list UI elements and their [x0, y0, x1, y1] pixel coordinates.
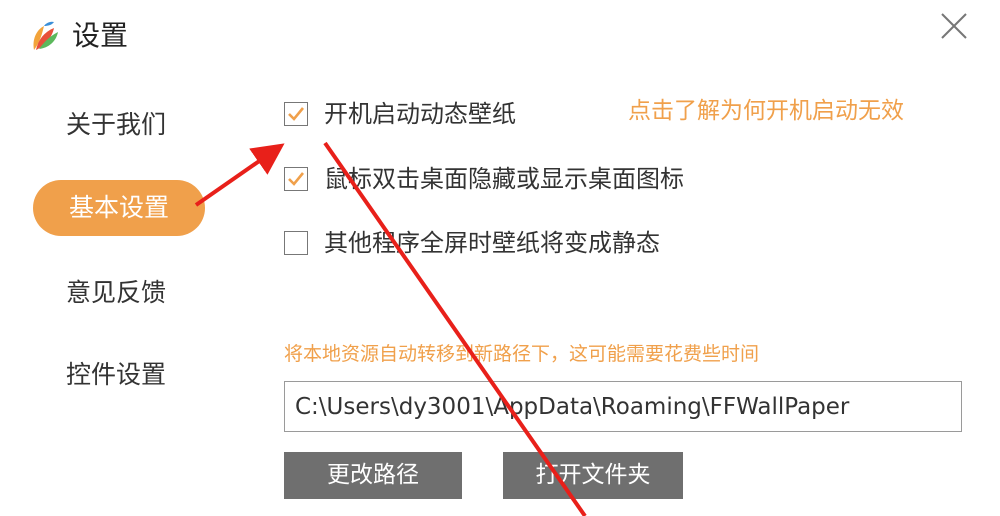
change-path-button[interactable]: 更改路径 [284, 452, 462, 499]
autostart-checkbox[interactable] [284, 102, 308, 126]
check-icon [288, 172, 305, 186]
sidebar-item-widget-settings[interactable]: 控件设置 [66, 358, 166, 392]
option-double-click-toggle-icons[interactable]: 鼠标双击桌面隐藏或显示桌面图标 [284, 162, 684, 196]
option-label: 其他程序全屏时壁纸将变成静态 [324, 229, 660, 257]
autostart-help-link[interactable]: 点击了解为何开机启动无效 [628, 95, 904, 127]
close-button[interactable] [936, 8, 972, 44]
sidebar-item-feedback[interactable]: 意见反馈 [66, 276, 166, 310]
sidebar-item-about-us[interactable]: 关于我们 [66, 108, 166, 142]
arrow-to-sidebar [194, 143, 285, 207]
sidebar-item-basic-settings[interactable]: 基本设置 [33, 180, 205, 236]
path-hint-text: 将本地资源自动转移到新路径下，这可能需要花费些时间 [284, 343, 760, 365]
option-label: 开机启动动态壁纸 [324, 100, 516, 128]
fullscreen-static-checkbox[interactable] [284, 231, 308, 255]
option-label: 鼠标双击桌面隐藏或显示桌面图标 [324, 165, 684, 193]
double-click-checkbox[interactable] [284, 167, 308, 191]
close-icon [941, 13, 967, 39]
window-title: 设置 [72, 19, 129, 52]
open-folder-button[interactable]: 打开文件夹 [503, 452, 683, 499]
option-static-when-fullscreen[interactable]: 其他程序全屏时壁纸将变成静态 [284, 226, 660, 260]
leaf-logo-icon [30, 20, 60, 52]
storage-path-input[interactable] [284, 381, 962, 432]
settings-window: 设置 关于我们 基本设置 意见反馈 控件设置 开机启动动态壁纸 点击了解为何开机… [0, 0, 1000, 516]
check-icon [288, 107, 305, 121]
option-autostart[interactable]: 开机启动动态壁纸 [284, 97, 516, 131]
